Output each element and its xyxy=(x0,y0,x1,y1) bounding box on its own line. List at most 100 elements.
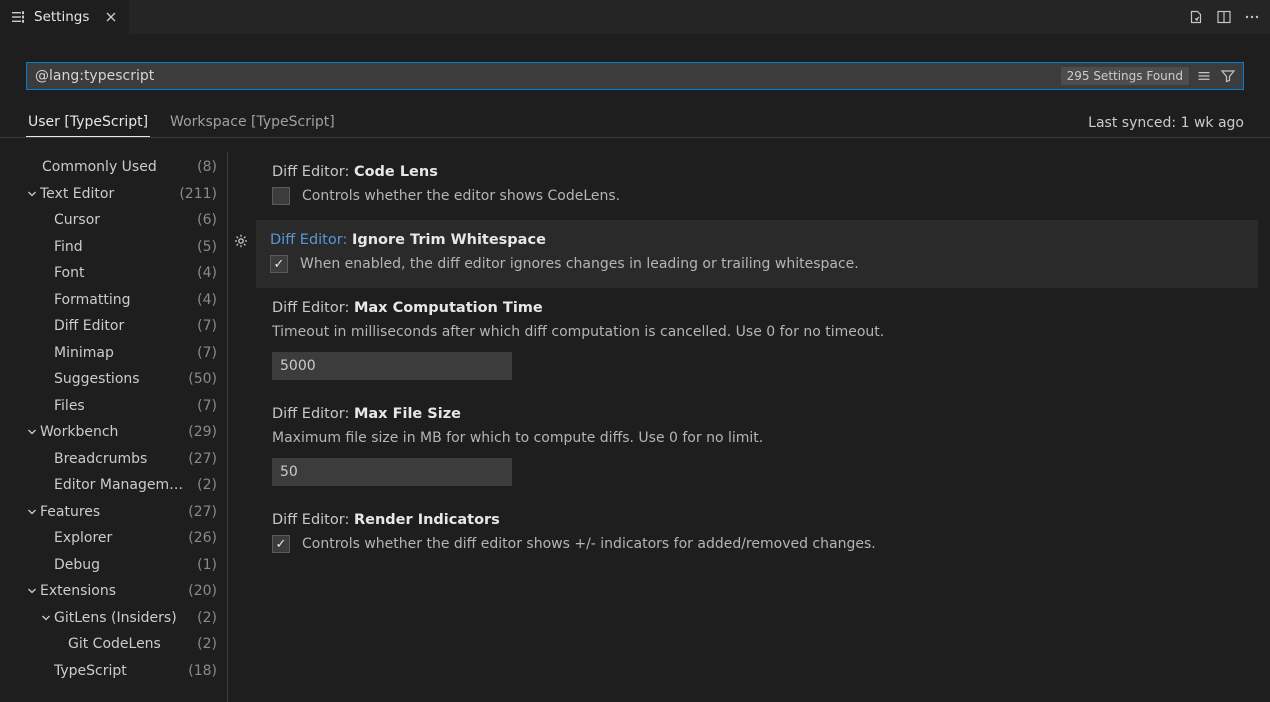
toc-count: (18) xyxy=(188,663,217,679)
toc-count: (2) xyxy=(197,477,217,493)
filter-icon[interactable] xyxy=(1219,67,1237,85)
toc-label: Files xyxy=(54,398,193,414)
toc-label: GitLens (Insiders) xyxy=(54,610,193,626)
setting-name: Ignore Trim Whitespace xyxy=(352,232,546,248)
toc-count: (1) xyxy=(197,557,217,573)
toc-count: (7) xyxy=(197,318,217,334)
more-actions-icon[interactable] xyxy=(1244,9,1260,25)
toc-count: (50) xyxy=(188,371,217,387)
toc-label: Extensions xyxy=(40,583,184,599)
toc-count: (211) xyxy=(179,186,217,202)
setting-scope-label: Diff Editor: xyxy=(272,406,354,422)
toc-label: Formatting xyxy=(54,292,193,308)
settings-search-container: 295 Settings Found xyxy=(26,62,1244,90)
titlebar-actions xyxy=(1188,9,1270,25)
settings-found-count: 295 Settings Found xyxy=(1061,67,1189,85)
toc-label: Editor Managem… xyxy=(54,477,193,493)
gear-icon[interactable] xyxy=(232,232,250,250)
checkbox-ignore-trim-whitespace[interactable] xyxy=(270,255,288,273)
toc-row[interactable]: Font (4) xyxy=(0,260,227,287)
toc-row[interactable]: Cursor (6) xyxy=(0,207,227,234)
setting-scope-label: Diff Editor: xyxy=(270,232,352,248)
toc-label: Git CodeLens xyxy=(68,636,193,652)
open-settings-json-icon[interactable] xyxy=(1188,9,1204,25)
toc-row[interactable]: Text Editor (211) xyxy=(0,181,227,208)
toc-count: (8) xyxy=(197,159,217,175)
setting-diff-max-computation-time: Diff Editor: Max Computation Time Timeou… xyxy=(258,288,1258,394)
scope-tab-user[interactable]: User [TypeScript] xyxy=(26,109,150,136)
setting-diff-code-lens: Diff Editor: Code Lens Controls whether … xyxy=(258,152,1258,220)
setting-name: Code Lens xyxy=(354,164,438,180)
setting-scope-label: Diff Editor: xyxy=(272,300,354,316)
toc-row[interactable]: Git CodeLens (2) xyxy=(0,631,227,658)
toc-count: (7) xyxy=(197,398,217,414)
settings-scope-tabs: User [TypeScript] Workspace [TypeScript]… xyxy=(0,108,1270,138)
toc-label: TypeScript xyxy=(54,663,184,679)
editor-tab-title: Settings xyxy=(34,9,89,25)
toc-label: Debug xyxy=(54,557,193,573)
toc-label: Workbench xyxy=(40,424,184,440)
clear-search-icon[interactable] xyxy=(1195,67,1213,85)
setting-diff-max-file-size: Diff Editor: Max File Size Maximum file … xyxy=(258,394,1258,500)
toc-label: Suggestions xyxy=(54,371,184,387)
toc-count: (2) xyxy=(197,610,217,626)
toc-count: (26) xyxy=(188,530,217,546)
toc-label: Diff Editor xyxy=(54,318,193,334)
toc-count: (4) xyxy=(197,265,217,281)
toc-count: (6) xyxy=(197,212,217,228)
chevron-down-icon xyxy=(38,611,54,625)
settings-search-input[interactable] xyxy=(33,66,1061,86)
toc-row[interactable]: GitLens (Insiders) (2) xyxy=(0,605,227,632)
chevron-down-icon xyxy=(24,425,40,439)
toc-label: Minimap xyxy=(54,345,193,361)
toc-label: Font xyxy=(54,265,193,281)
toc-row[interactable]: Find (5) xyxy=(0,234,227,261)
input-max-computation-time[interactable] xyxy=(272,352,512,380)
toc-count: (27) xyxy=(188,504,217,520)
toc-row[interactable]: Minimap (7) xyxy=(0,340,227,367)
toc-row[interactable]: Extensions (20) xyxy=(0,578,227,605)
toc-count: (2) xyxy=(197,636,217,652)
setting-description: Controls whether the diff editor shows +… xyxy=(302,534,876,554)
setting-name: Max File Size xyxy=(354,406,461,422)
toc-row[interactable]: Commonly Used (8) xyxy=(0,154,227,181)
toc-row[interactable]: Features (27) xyxy=(0,499,227,526)
titlebar: Settings xyxy=(0,0,1270,35)
setting-diff-ignore-trim-whitespace[interactable]: Diff Editor: Ignore Trim Whitespace When… xyxy=(256,220,1258,288)
chevron-down-icon xyxy=(24,187,40,201)
toc-count: (27) xyxy=(188,451,217,467)
toc-count: (4) xyxy=(197,292,217,308)
toc-row[interactable]: TypeScript (18) xyxy=(0,658,227,685)
toc-row[interactable]: Diff Editor (7) xyxy=(0,313,227,340)
scope-tab-workspace[interactable]: Workspace [TypeScript] xyxy=(168,109,337,136)
setting-scope-label: Diff Editor: xyxy=(272,512,354,528)
setting-description: Controls whether the editor shows CodeLe… xyxy=(302,186,620,206)
toc-count: (5) xyxy=(197,239,217,255)
toc-label: Breadcrumbs xyxy=(54,451,184,467)
settings-sync-status: Last synced: 1 wk ago xyxy=(1088,115,1244,131)
toc-row[interactable]: Debug (1) xyxy=(0,552,227,579)
settings-list-icon xyxy=(10,9,26,25)
toc-row[interactable]: Editor Managem… (2) xyxy=(0,472,227,499)
toc-label: Text Editor xyxy=(40,186,175,202)
toc-label: Cursor xyxy=(54,212,193,228)
editor-tab-settings[interactable]: Settings xyxy=(0,0,130,35)
setting-name: Max Computation Time xyxy=(354,300,543,316)
checkbox-render-indicators[interactable] xyxy=(272,535,290,553)
toc-row[interactable]: Files (7) xyxy=(0,393,227,420)
toc-label: Explorer xyxy=(54,530,184,546)
toc-row[interactable]: Workbench (29) xyxy=(0,419,227,446)
split-editor-icon[interactable] xyxy=(1216,9,1232,25)
toc-row[interactable]: Suggestions (50) xyxy=(0,366,227,393)
checkbox-code-lens[interactable] xyxy=(272,187,290,205)
input-max-file-size[interactable] xyxy=(272,458,512,486)
setting-description: Timeout in milliseconds after which diff… xyxy=(272,322,1244,342)
toc-row[interactable]: Breadcrumbs (27) xyxy=(0,446,227,473)
toc-count: (7) xyxy=(197,345,217,361)
toc-count: (29) xyxy=(188,424,217,440)
toc-row[interactable]: Formatting (4) xyxy=(0,287,227,314)
toc-row[interactable]: Explorer (26) xyxy=(0,525,227,552)
setting-description: When enabled, the diff editor ignores ch… xyxy=(300,254,859,274)
setting-diff-render-indicators: Diff Editor: Render Indicators Controls … xyxy=(258,500,1258,568)
close-tab-button[interactable] xyxy=(103,9,119,25)
